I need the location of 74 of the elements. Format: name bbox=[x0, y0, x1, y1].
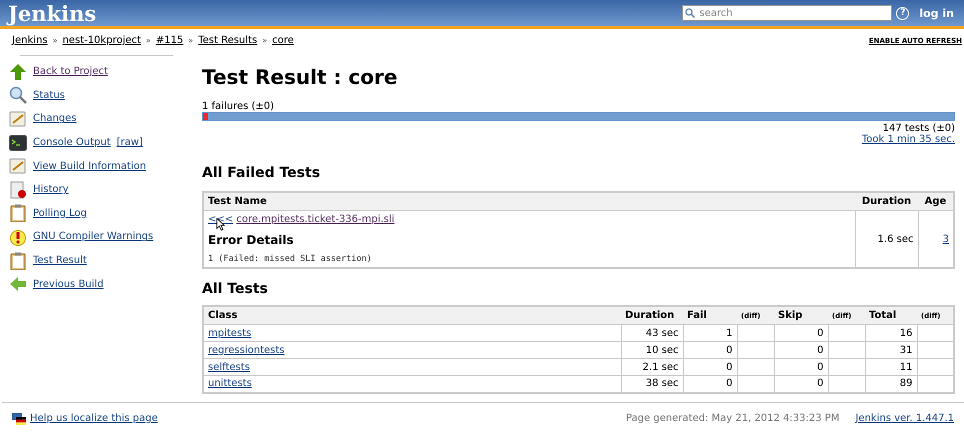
section-heading: All Tests bbox=[202, 281, 269, 297]
column-header: Fail bbox=[683, 306, 737, 324]
table-cell: 0 bbox=[774, 342, 828, 358]
table-cell: 0 bbox=[774, 324, 828, 342]
table-cell: 0 bbox=[683, 358, 737, 376]
page-title: Test Result : core bbox=[202, 65, 398, 89]
column-header: Class bbox=[203, 306, 621, 324]
breadcrumb-separator: » bbox=[52, 36, 58, 45]
warning-icon bbox=[9, 228, 27, 246]
class-link[interactable]: regressiontests bbox=[208, 344, 285, 356]
search-icon bbox=[9, 86, 27, 104]
left-arrow-icon bbox=[9, 275, 27, 294]
sidebar-link[interactable]: Console Output bbox=[33, 137, 111, 148]
login-link[interactable]: log in bbox=[919, 6, 954, 20]
column-header: Test Name bbox=[203, 192, 855, 210]
table-cell: 11 bbox=[865, 358, 917, 376]
test-name-link[interactable]: core.mpitests.ticket-336-mpi.sli bbox=[236, 214, 394, 225]
search-icon bbox=[685, 8, 696, 18]
version-link[interactable]: Jenkins ver. 1.447.1 bbox=[855, 413, 954, 424]
column-header: Duration bbox=[621, 306, 683, 324]
terminal-icon bbox=[9, 134, 27, 152]
raw-link[interactable]: [raw] bbox=[116, 137, 143, 148]
table-cell: 0 bbox=[683, 342, 737, 358]
breadcrumb-link[interactable]: Test Results bbox=[198, 35, 258, 46]
sidebar-link[interactable]: View Build Information bbox=[33, 160, 146, 172]
breadcrumb-link[interactable]: #115 bbox=[156, 35, 184, 46]
sidebar-link[interactable]: GNU Compiler Warnings bbox=[33, 231, 154, 242]
sidebar-link[interactable]: Status bbox=[33, 90, 65, 101]
breadcrumb-link[interactable]: Jenkins bbox=[12, 35, 48, 46]
table-cell: 43 sec bbox=[621, 324, 683, 342]
duration-link[interactable]: Took 1 min 35 sec. bbox=[862, 134, 955, 145]
expand-link[interactable]: <<< bbox=[208, 214, 234, 225]
error-message: 1 (Failed: missed SLI assertion) bbox=[208, 254, 373, 264]
table-cell: 10 sec bbox=[621, 342, 683, 358]
help-button[interactable]: ? bbox=[896, 6, 910, 20]
table-cell: 31 bbox=[865, 342, 917, 358]
sidebar-link[interactable]: Test Result bbox=[33, 255, 87, 266]
logo[interactable]: Jenkins bbox=[8, 0, 96, 26]
notepad-icon bbox=[9, 110, 27, 128]
generated-timestamp: Page generated: May 21, 2012 4:33:23 PM bbox=[626, 413, 840, 424]
localize-link[interactable]: Help us localize this page bbox=[30, 413, 158, 424]
breadcrumb-separator: » bbox=[188, 36, 194, 45]
clipboard-icon bbox=[9, 252, 27, 270]
sidebar-link[interactable]: Previous Build bbox=[33, 278, 104, 290]
sidebar-link[interactable]: Changes bbox=[33, 113, 76, 124]
failures-count: 1 failures (±0) bbox=[202, 101, 276, 112]
breadcrumb-link[interactable]: core bbox=[272, 35, 294, 46]
clipboard-icon bbox=[9, 204, 27, 222]
breadcrumb-link[interactable]: nest-10kproject bbox=[62, 35, 141, 46]
breadcrumb-separator: » bbox=[146, 36, 151, 45]
table-cell: 2.1 sec bbox=[621, 358, 683, 376]
class-link[interactable]: unittests bbox=[208, 378, 252, 390]
column-header: Skip bbox=[774, 306, 828, 324]
section-heading: All Failed Tests bbox=[202, 165, 322, 181]
table-cell: 16 bbox=[865, 324, 917, 342]
breadcrumb-separator: » bbox=[262, 36, 268, 45]
flags-icon bbox=[12, 412, 26, 424]
age-link[interactable]: 3 bbox=[942, 234, 949, 244]
column-header: Total bbox=[865, 306, 917, 324]
column-header: Age bbox=[918, 192, 954, 210]
search-field[interactable]: search bbox=[682, 5, 892, 21]
history-icon bbox=[9, 180, 27, 199]
class-link[interactable]: mpitests bbox=[208, 328, 252, 338]
error-details-heading: Error Details bbox=[208, 233, 295, 247]
notepad-icon bbox=[9, 157, 27, 176]
tests-count: 147 tests (±0) bbox=[882, 123, 955, 134]
up-arrow-icon bbox=[9, 62, 27, 81]
sidebar-link[interactable]: Polling Log bbox=[33, 208, 87, 219]
sidebar-link[interactable]: History bbox=[33, 184, 69, 196]
table-cell: 1 bbox=[683, 324, 737, 342]
sidebar-link[interactable]: Back to Project bbox=[33, 66, 108, 78]
column-header: Duration bbox=[855, 192, 918, 210]
class-link[interactable]: selftests bbox=[208, 362, 250, 372]
table-cell: 0 bbox=[774, 358, 828, 376]
